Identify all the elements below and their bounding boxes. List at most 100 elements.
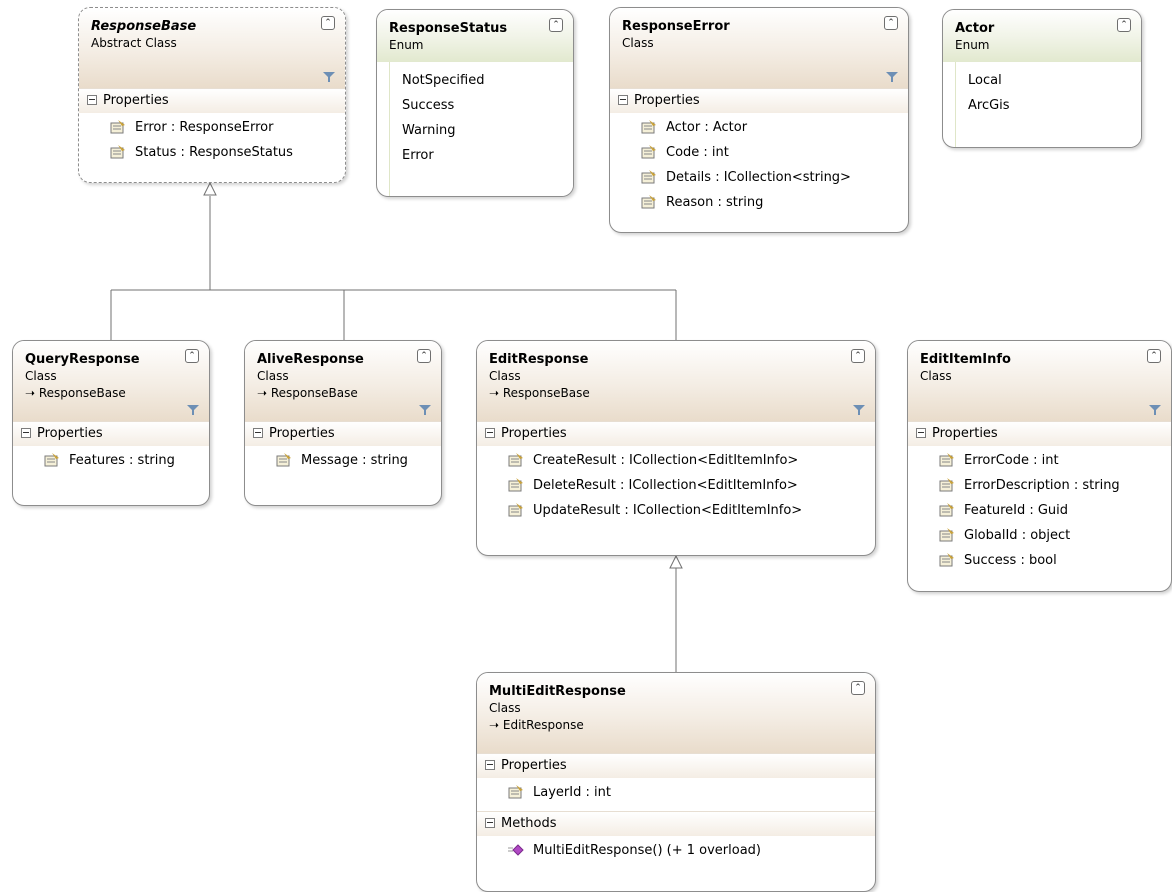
collapse-toggle-icon[interactable] — [485, 818, 495, 828]
shape-name: MultiEditResponse — [489, 684, 626, 699]
filter-icon[interactable] — [187, 405, 199, 415]
property-icon — [508, 478, 523, 492]
section-properties[interactable]: Properties — [610, 88, 908, 113]
property-icon — [641, 145, 656, 159]
property-icon — [641, 120, 656, 134]
collapse-toggle-icon[interactable] — [485, 760, 495, 770]
enum-value[interactable]: Local — [968, 68, 1141, 93]
collapse-toggle-icon[interactable] — [21, 428, 31, 438]
double-chevron-up-icon[interactable]: ⌃ — [1117, 18, 1131, 32]
property-icon — [939, 503, 954, 517]
filter-icon[interactable] — [419, 405, 431, 415]
enum-value[interactable]: Success — [402, 93, 573, 118]
shape-responsebase[interactable]: ResponseBase Abstract Class ⌃ Properties… — [78, 7, 346, 183]
collapse-toggle-icon[interactable] — [916, 428, 926, 438]
base-type: ➝ EditResponse — [489, 718, 584, 732]
property-row[interactable]: Message : string — [245, 448, 441, 473]
property-icon — [641, 195, 656, 209]
property-row[interactable]: UpdateResult : ICollection<EditItemInfo> — [477, 498, 875, 523]
property-row[interactable]: LayerId : int — [477, 780, 875, 805]
shape-edititeminfo[interactable]: EditItemInfo Class ⌃ Properties ErrorCod… — [907, 340, 1172, 592]
property-row[interactable]: Code : int — [610, 140, 908, 165]
property-row[interactable]: Status : ResponseStatus — [79, 140, 345, 165]
section-properties[interactable]: Properties — [79, 88, 345, 113]
inherits-icon: ➝ — [25, 386, 39, 400]
property-row[interactable]: ErrorDescription : string — [908, 473, 1171, 498]
property-icon — [110, 120, 125, 134]
property-row[interactable]: Success : bool — [908, 548, 1171, 573]
property-list: Features : string — [13, 446, 209, 479]
filter-icon[interactable] — [1149, 405, 1161, 415]
shape-responseerror[interactable]: ResponseError Class ⌃ Properties Actor :… — [609, 7, 909, 233]
enum-value[interactable]: ArcGis — [968, 93, 1141, 118]
collapse-toggle-icon[interactable] — [618, 95, 628, 105]
section-properties[interactable]: Properties — [477, 753, 875, 778]
double-chevron-up-icon[interactable]: ⌃ — [851, 681, 865, 695]
shape-multieditresponse[interactable]: MultiEditResponse Class ➝ EditResponse ⌃… — [476, 672, 876, 892]
property-row[interactable]: Error : ResponseError — [79, 115, 345, 140]
shape-name: AliveResponse — [257, 352, 364, 367]
enum-value[interactable]: NotSpecified — [402, 68, 573, 93]
collapse-toggle-icon[interactable] — [253, 428, 263, 438]
shape-kind: Class — [25, 369, 57, 383]
shape-kind: Class — [622, 36, 654, 50]
section-properties[interactable]: Properties — [245, 421, 441, 446]
enum-values: NotSpecified Success Warning Error — [389, 62, 573, 196]
shape-queryresponse[interactable]: QueryResponse Class ➝ ResponseBase ⌃ Pro… — [12, 340, 210, 506]
double-chevron-up-icon[interactable]: ⌃ — [185, 349, 199, 363]
section-properties[interactable]: Properties — [13, 421, 209, 446]
property-list: Message : string — [245, 446, 441, 479]
property-icon — [508, 785, 523, 799]
collapse-toggle-icon[interactable] — [485, 428, 495, 438]
shape-actor[interactable]: Actor Enum ⌃ Local ArcGis — [942, 9, 1142, 148]
double-chevron-up-icon[interactable]: ⌃ — [851, 349, 865, 363]
property-row[interactable]: Features : string — [13, 448, 209, 473]
shape-header: ResponseBase Abstract Class ⌃ — [79, 8, 345, 88]
property-row[interactable]: CreateResult : ICollection<EditItemInfo> — [477, 448, 875, 473]
method-list: MultiEditResponse() (+ 1 overload) — [477, 836, 875, 869]
property-row[interactable]: ErrorCode : int — [908, 448, 1171, 473]
double-chevron-up-icon[interactable]: ⌃ — [321, 16, 335, 30]
filter-icon[interactable] — [853, 405, 865, 415]
double-chevron-up-icon[interactable]: ⌃ — [1147, 349, 1161, 363]
shape-editresponse[interactable]: EditResponse Class ➝ ResponseBase ⌃ Prop… — [476, 340, 876, 556]
filter-icon[interactable] — [886, 72, 898, 82]
property-row[interactable]: DeleteResult : ICollection<EditItemInfo> — [477, 473, 875, 498]
shape-aliveresponse[interactable]: AliveResponse Class ➝ ResponseBase ⌃ Pro… — [244, 340, 442, 506]
property-list: CreateResult : ICollection<EditItemInfo>… — [477, 446, 875, 529]
property-row[interactable]: Reason : string — [610, 190, 908, 215]
double-chevron-up-icon[interactable]: ⌃ — [884, 16, 898, 30]
shape-kind: Enum — [955, 38, 990, 52]
double-chevron-up-icon[interactable]: ⌃ — [417, 349, 431, 363]
property-row[interactable]: Details : ICollection<string> — [610, 165, 908, 190]
property-row[interactable]: FeatureId : Guid — [908, 498, 1171, 523]
shape-header: QueryResponse Class ➝ ResponseBase ⌃ — [13, 341, 209, 421]
base-type: ➝ ResponseBase — [257, 386, 358, 400]
property-row[interactable]: GlobalId : object — [908, 523, 1171, 548]
shape-header: ResponseStatus Enum ⌃ — [377, 10, 573, 62]
property-icon — [939, 478, 954, 492]
enum-value[interactable]: Error — [402, 143, 573, 168]
section-properties[interactable]: Properties — [908, 421, 1171, 446]
inheritance-arrow-icon — [669, 554, 683, 569]
collapse-toggle-icon[interactable] — [87, 95, 97, 105]
method-row[interactable]: MultiEditResponse() (+ 1 overload) — [477, 838, 875, 863]
filter-icon[interactable] — [323, 72, 335, 82]
property-row[interactable]: Actor : Actor — [610, 115, 908, 140]
shape-kind: Class — [920, 369, 952, 383]
property-icon — [276, 453, 291, 467]
inherits-icon: ➝ — [257, 386, 271, 400]
shape-kind: Enum — [389, 38, 424, 52]
shape-name: ResponseError — [622, 19, 730, 34]
section-methods[interactable]: Methods — [477, 811, 875, 836]
enum-value[interactable]: Warning — [402, 118, 573, 143]
shape-name: EditResponse — [489, 352, 589, 367]
shape-name: Actor — [955, 21, 995, 36]
shape-header: AliveResponse Class ➝ ResponseBase ⌃ — [245, 341, 441, 421]
shape-responsestatus[interactable]: ResponseStatus Enum ⌃ NotSpecified Succe… — [376, 9, 574, 197]
property-icon — [939, 553, 954, 567]
property-icon — [110, 145, 125, 159]
shape-header: EditResponse Class ➝ ResponseBase ⌃ — [477, 341, 875, 421]
section-properties[interactable]: Properties — [477, 421, 875, 446]
double-chevron-up-icon[interactable]: ⌃ — [549, 18, 563, 32]
